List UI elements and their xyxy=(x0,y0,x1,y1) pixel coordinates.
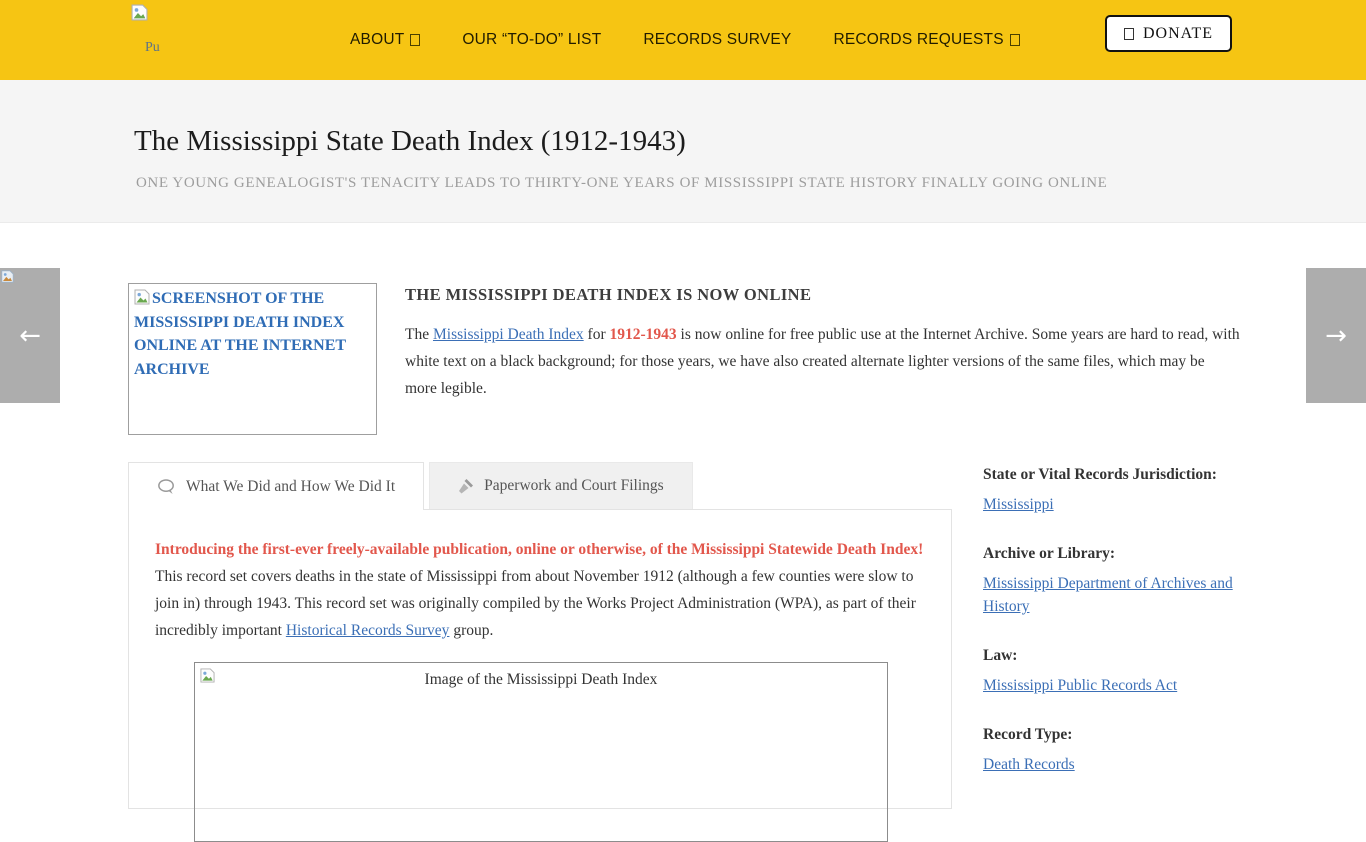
content-tabs: What We Did and How We Did It Paperwork … xyxy=(128,462,693,510)
tab-what-we-did[interactable]: What We Did and How We Did It xyxy=(128,462,424,510)
meta-label: Archive or Library: xyxy=(983,545,1243,563)
intro-text: for xyxy=(584,326,610,343)
meta-label: Law: xyxy=(983,647,1243,665)
nav-label: RECORDS SURVEY xyxy=(643,31,791,49)
tab-label: What We Did and How We Did It xyxy=(186,478,395,496)
tab-label: Paperwork and Court Filings xyxy=(484,477,664,495)
record-type-link[interactable]: Death Records xyxy=(983,753,1075,776)
meta-label: State or Vital Records Jurisdiction: xyxy=(983,466,1243,484)
right-arrow-icon: → xyxy=(1325,321,1347,351)
site-logo-broken-image[interactable]: Pu xyxy=(131,4,191,56)
broken-image-icon xyxy=(134,289,150,305)
tab-panel: Introducing the first-ever freely-availa… xyxy=(128,509,952,809)
mississippi-death-index-link[interactable]: Mississippi Death Index xyxy=(433,326,584,343)
next-post-button[interactable]: → xyxy=(1306,268,1366,403)
nav-label: RECORDS REQUESTS xyxy=(833,31,1003,49)
meta-group-record-type: Record Type: Death Records xyxy=(983,726,1243,776)
featured-image-alt-text: SCREENSHOT OF THE MISSISSIPPI DEATH INDE… xyxy=(134,290,346,378)
page-title: The Mississippi State Death Index (1912-… xyxy=(134,125,686,158)
meta-label: Record Type: xyxy=(983,726,1243,744)
gavel-icon xyxy=(458,478,474,494)
featured-alt-label: SCREENSHOT OF THE MISSISSIPPI DEATH INDE… xyxy=(134,290,346,378)
record-meta-sidebar: State or Vital Records Jurisdiction: Mis… xyxy=(983,466,1243,805)
nav-item-todo-list[interactable]: OUR “TO-DO” LIST xyxy=(462,31,601,49)
previous-post-button[interactable]: ← xyxy=(0,268,60,403)
law-link[interactable]: Mississippi Public Records Act xyxy=(983,674,1177,697)
site-header: Pu ABOUT OUR “TO-DO” LIST RECORDS SURVEY… xyxy=(0,0,1366,80)
main-nav: ABOUT OUR “TO-DO” LIST RECORDS SURVEY RE… xyxy=(350,0,1020,80)
body-text: group. xyxy=(449,622,493,639)
lead-sentence: Introducing the first-ever freely-availa… xyxy=(155,541,923,558)
dropdown-indicator-icon xyxy=(410,34,420,46)
logo-alt-text: Pu xyxy=(145,40,191,56)
intro-text: The xyxy=(405,326,433,343)
image-alt-text: Image of the Mississippi Death Index xyxy=(200,671,882,689)
donate-icon xyxy=(1124,28,1134,40)
comments-icon xyxy=(157,479,176,495)
year-range-highlight: 1912-1943 xyxy=(610,326,677,343)
page-title-band: The Mississippi State Death Index (1912-… xyxy=(0,80,1366,223)
meta-group-archive: Archive or Library: Mississippi Departme… xyxy=(983,545,1243,618)
donate-label: DONATE xyxy=(1143,25,1213,43)
dropdown-indicator-icon xyxy=(1010,34,1020,46)
tab-panel-paragraph: Introducing the first-ever freely-availa… xyxy=(155,536,925,644)
broken-image-icon xyxy=(200,668,215,683)
nav-item-records-requests[interactable]: RECORDS REQUESTS xyxy=(833,31,1019,49)
left-arrow-icon: ← xyxy=(19,321,41,351)
meta-group-jurisdiction: State or Vital Records Jurisdiction: Mis… xyxy=(983,466,1243,516)
death-index-image-broken[interactable]: Image of the Mississippi Death Index xyxy=(194,662,888,842)
intro-heading: THE MISSISSIPPI DEATH INDEX IS NOW ONLIN… xyxy=(405,285,1240,305)
body-text: This record set covers deaths in the sta… xyxy=(155,568,916,639)
archive-link[interactable]: Mississippi Department of Archives and H… xyxy=(983,572,1243,618)
historical-records-survey-link[interactable]: Historical Records Survey xyxy=(286,622,450,639)
intro-paragraph: The Mississippi Death Index for 1912-194… xyxy=(405,321,1240,402)
jurisdiction-link[interactable]: Mississippi xyxy=(983,493,1054,516)
article-intro: THE MISSISSIPPI DEATH INDEX IS NOW ONLIN… xyxy=(405,285,1240,402)
broken-image-icon xyxy=(1,270,14,283)
nav-label: OUR “TO-DO” LIST xyxy=(462,31,601,49)
donate-button[interactable]: DONATE xyxy=(1105,15,1232,52)
featured-image-broken[interactable]: SCREENSHOT OF THE MISSISSIPPI DEATH INDE… xyxy=(128,283,377,435)
tab-paperwork-court-filings[interactable]: Paperwork and Court Filings xyxy=(429,462,693,510)
nav-label: ABOUT xyxy=(350,31,404,49)
page-subtitle: ONE YOUNG GENEALOGIST'S TENACITY LEADS T… xyxy=(136,175,1107,192)
nav-item-about[interactable]: ABOUT xyxy=(350,31,420,49)
meta-group-law: Law: Mississippi Public Records Act xyxy=(983,647,1243,697)
broken-image-icon xyxy=(131,4,148,21)
nav-item-records-survey[interactable]: RECORDS SURVEY xyxy=(643,31,791,49)
